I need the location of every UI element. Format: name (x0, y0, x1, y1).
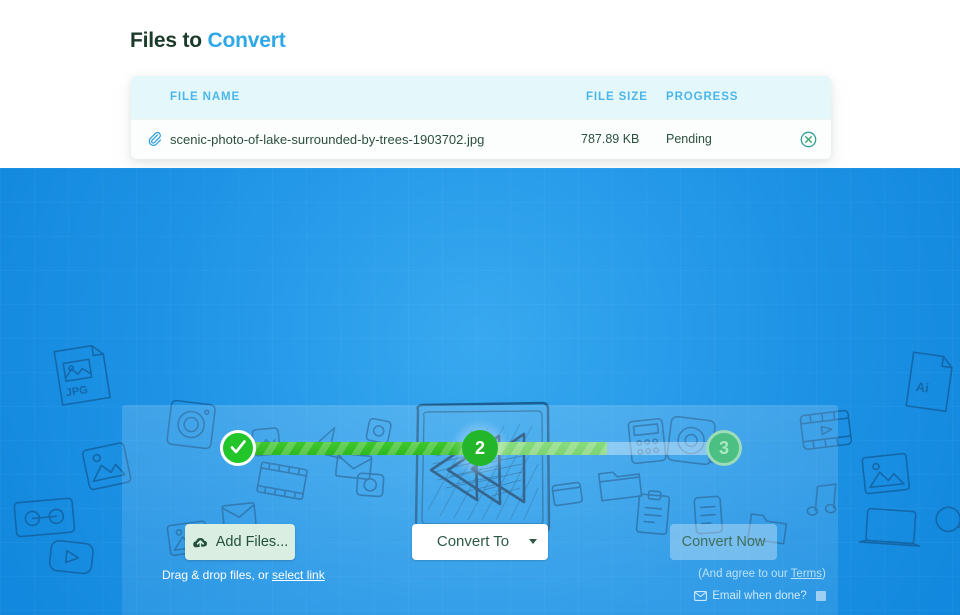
email-when-done-checkbox[interactable] (815, 591, 826, 601)
step-1-complete[interactable] (220, 430, 256, 466)
files-table-header: FILE NAME FILE SIZE PROGRESS (131, 76, 831, 119)
add-files-button[interactable]: Add Files... (185, 524, 295, 560)
terms-prefix: (And agree to our (698, 568, 791, 580)
converter-controls: Add Files... Drag & drop files, or selec… (122, 510, 838, 615)
drag-drop-hint: Drag & drop files, or select link (162, 568, 422, 582)
terms-hint: (And agree to our Terms) (662, 568, 862, 580)
add-files-label: Add Files... (215, 534, 289, 550)
files-table-card: FILE NAME FILE SIZE PROGRESS scenic-phot… (131, 76, 831, 159)
cloud-upload-icon (192, 537, 207, 549)
convert-now-label: Convert Now (681, 534, 766, 550)
column-header-file-name: FILE NAME (170, 91, 241, 103)
files-header-section: Files to Convert FILE NAME FILE SIZE PRO… (0, 0, 960, 168)
svg-text:Ai: Ai (915, 379, 930, 396)
convert-to-dropdown[interactable]: Convert To (412, 524, 548, 560)
page-title-main: Files to (130, 29, 208, 52)
convert-to-label: Convert To (436, 533, 510, 550)
converter-page: Files to Convert FILE NAME FILE SIZE PRO… (0, 0, 960, 615)
page-title: Files to Convert (130, 29, 286, 53)
step-2-active[interactable]: 2 (462, 430, 498, 466)
hero-section: JPG Ai 2 3 Add Files... Drag & drop file… (0, 168, 960, 615)
file-name-cell: scenic-photo-of-lake-surrounded-by-trees… (170, 132, 485, 147)
column-header-file-size: FILE SIZE (586, 91, 648, 103)
email-when-done-label: Email when done? (712, 590, 807, 602)
step-3-upcoming[interactable]: 3 (706, 430, 742, 466)
converter-control-panel: 2 3 Add Files... Drag & drop files, or s… (122, 405, 838, 615)
select-link[interactable]: select link (272, 568, 325, 582)
file-size-cell: 787.89 KB (581, 132, 640, 146)
file-progress-cell: Pending (666, 132, 712, 146)
check-icon (230, 440, 246, 454)
convert-now-button[interactable]: Convert Now (670, 524, 777, 560)
circle-x-icon[interactable] (800, 131, 817, 148)
chevron-down-icon (529, 539, 537, 544)
drag-hint-text: Drag & drop files, or (162, 568, 273, 582)
envelope-icon (694, 591, 708, 601)
email-when-done-row: Email when done? (660, 587, 860, 605)
table-row: scenic-photo-of-lake-surrounded-by-trees… (131, 119, 831, 159)
progress-steps: 2 3 (122, 405, 838, 510)
page-title-accent: Convert (207, 29, 286, 52)
svg-text:JPG: JPG (65, 384, 89, 399)
terms-suffix: ) (821, 568, 826, 580)
paperclip-icon (147, 131, 163, 148)
terms-link[interactable]: Terms (791, 568, 822, 580)
progress-bar-remaining (479, 442, 729, 455)
column-header-progress: PROGRESS (666, 91, 739, 103)
